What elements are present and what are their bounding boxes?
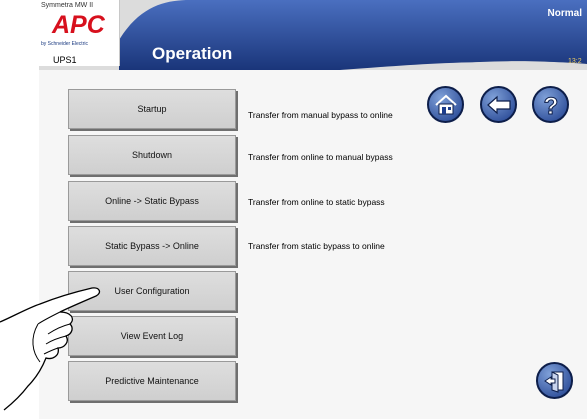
back-arrow-icon xyxy=(486,95,511,114)
home-button[interactable] xyxy=(427,86,464,123)
brand-text: by Schneider Electric xyxy=(41,41,88,47)
static-bypass-to-online-description: Transfer from static bypass to online xyxy=(248,241,385,251)
startup-button[interactable]: Startup xyxy=(68,89,236,129)
logout-door-icon xyxy=(543,370,563,393)
help-button[interactable]: ? xyxy=(532,86,569,123)
status-text: Normal xyxy=(547,8,582,19)
unit-name: UPS1 xyxy=(53,55,77,65)
shutdown-description: Transfer from online to manual bypass xyxy=(248,152,393,162)
product-name: Symmetra MW II xyxy=(41,2,94,9)
pointing-hand-illustration xyxy=(0,287,101,411)
back-button[interactable] xyxy=(480,86,517,123)
help-icon: ? xyxy=(543,92,559,118)
startup-description: Transfer from manual bypass to online xyxy=(248,110,393,120)
ups-operation-screen: Symmetra MW II APC by Schneider Electric… xyxy=(0,0,587,419)
page-title: Operation xyxy=(152,44,233,63)
online-to-static-bypass-button[interactable]: Online -> Static Bypass xyxy=(68,181,236,221)
online-to-static-bypass-description: Transfer from online to static bypass xyxy=(248,197,385,207)
apc-logo: APC xyxy=(52,11,105,39)
logout-button[interactable] xyxy=(536,362,573,399)
static-bypass-to-online-button[interactable]: Static Bypass -> Online xyxy=(68,226,236,266)
svg-text:?: ? xyxy=(543,93,558,118)
clock-readout: 13:2 xyxy=(568,58,582,65)
home-icon xyxy=(434,94,457,114)
shutdown-button[interactable]: Shutdown xyxy=(68,135,236,175)
